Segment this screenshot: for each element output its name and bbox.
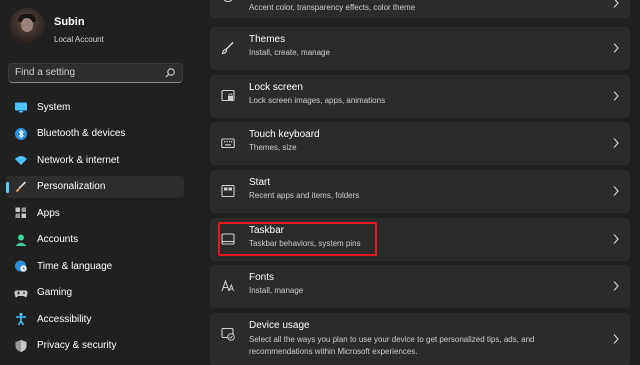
sidebar: Subin Local Account Find a setting Syste…: [0, 0, 200, 360]
search-box[interactable]: Find a setting: [8, 63, 183, 83]
brush-icon: [14, 180, 28, 194]
chevron-right-icon: [613, 0, 619, 8]
sidebar-item-personalization[interactable]: Personalization: [6, 175, 184, 198]
profile-name: Subin: [54, 16, 85, 28]
themes-card[interactable]: Themes Install, create, manage: [210, 27, 630, 70]
card-subtitle: Accent color, transparency effects, colo…: [249, 3, 416, 12]
sidebar-item-label: Bluetooth & devices: [37, 128, 126, 139]
chevron-right-icon: [613, 234, 619, 244]
card-subtitle: Lock screen images, apps, animations: [249, 96, 386, 105]
highlight-box: [218, 222, 377, 256]
chevron-right-icon: [613, 186, 619, 196]
sidebar-item-privacy[interactable]: Privacy & security: [6, 335, 184, 357]
device-usage-icon: [221, 327, 235, 341]
colors-icon: [223, 0, 233, 3]
card-subtitle: Themes, size: [249, 143, 297, 152]
system-icon: [14, 100, 28, 114]
bluetooth-icon: [14, 127, 28, 141]
lock-screen-icon: [221, 89, 235, 102]
card-subtitle: Install, manage: [249, 286, 304, 295]
search-icon[interactable]: [164, 67, 176, 79]
keyboard-icon: [221, 138, 235, 149]
sidebar-item-label: Gaming: [37, 287, 73, 298]
card-title: Touch keyboard: [249, 129, 320, 140]
device-usage-card[interactable]: Device usage Select all the ways you pla…: [210, 313, 630, 365]
card-title: Fonts: [249, 272, 275, 283]
chevron-right-icon: [613, 334, 619, 344]
shield-icon: [14, 339, 28, 353]
sidebar-item-label: Accounts: [37, 234, 79, 245]
globe-clock-icon: [14, 259, 28, 273]
apps-icon: [14, 206, 28, 220]
chevron-right-icon: [613, 43, 619, 53]
sidebar-item-label: Network & internet: [37, 154, 120, 166]
sidebar-item-time-language[interactable]: Time & language: [6, 255, 184, 277]
profile-account-type: Local Account: [54, 35, 104, 44]
colors-card[interactable]: Accent color, transparency effects, colo…: [210, 0, 630, 18]
card-subtitle: Install, create, manage: [249, 48, 330, 57]
lock-screen-card[interactable]: Lock screen Lock screen images, apps, an…: [210, 75, 630, 118]
sidebar-item-accounts[interactable]: Accounts: [6, 229, 184, 251]
card-title: Lock screen: [249, 82, 303, 93]
accounts-icon: [14, 233, 28, 247]
sidebar-item-label: Personalization: [37, 181, 106, 192]
touch-keyboard-card[interactable]: Touch keyboard Themes, size: [210, 122, 630, 165]
card-subtitle-line-2: recommendations within Microsoft experie…: [249, 347, 418, 356]
chevron-right-icon: [613, 138, 619, 148]
sidebar-item-label: Time & language: [37, 260, 113, 272]
start-icon: [221, 184, 235, 198]
card-subtitle: Recent apps and items, folders: [249, 191, 360, 200]
sidebar-nav: System Bluetooth & devices Network & int…: [6, 96, 184, 361]
gamepad-icon: [14, 286, 28, 300]
card-subtitle: Select all the ways you plan to use your…: [249, 334, 535, 358]
chevron-right-icon: [613, 91, 619, 101]
taskbar-card[interactable]: Taskbar Taskbar behaviors, system pins: [210, 218, 630, 261]
avatar[interactable]: [9, 8, 45, 44]
sidebar-item-system[interactable]: System: [6, 96, 184, 118]
settings-content: Accent color, transparency effects, colo…: [210, 0, 630, 365]
sidebar-item-label: Accessibility: [37, 313, 92, 325]
brush-icon: [221, 42, 234, 55]
fonts-card[interactable]: Fonts Install, manage: [210, 265, 630, 308]
sidebar-item-label: System: [37, 101, 71, 113]
sidebar-item-bluetooth[interactable]: Bluetooth & devices: [6, 123, 184, 145]
sidebar-item-apps[interactable]: Apps: [6, 202, 184, 224]
sidebar-item-label: Privacy & security: [37, 340, 117, 351]
card-subtitle-line-1: Select all the ways you plan to use your…: [249, 335, 535, 344]
sidebar-item-network[interactable]: Network & internet: [6, 149, 184, 171]
sidebar-item-label: Apps: [37, 207, 60, 219]
search-input[interactable]: Find a setting: [15, 67, 75, 78]
sidebar-item-gaming[interactable]: Gaming: [6, 282, 184, 304]
fonts-icon: [221, 279, 235, 292]
wifi-icon: [14, 153, 28, 167]
sidebar-item-accessibility[interactable]: Accessibility: [6, 308, 184, 330]
avatar-face: [21, 18, 33, 32]
card-title: Themes: [249, 34, 286, 45]
start-card[interactable]: Start Recent apps and items, folders: [210, 170, 630, 213]
chevron-right-icon: [613, 281, 619, 291]
accessibility-icon: [14, 312, 28, 326]
card-title: Device usage: [249, 320, 310, 331]
card-title: Start: [249, 177, 271, 188]
